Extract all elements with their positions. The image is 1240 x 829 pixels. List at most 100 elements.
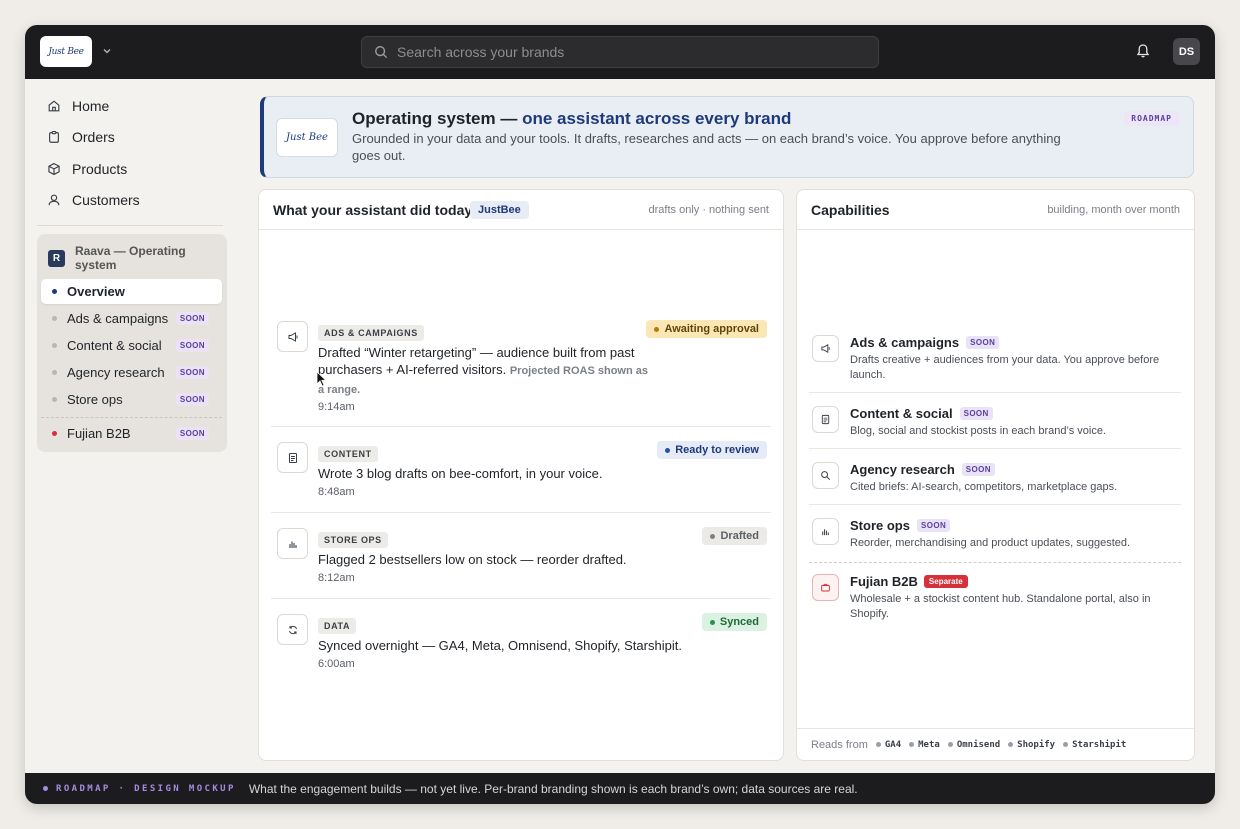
nav-item-orders[interactable]: Orders (37, 124, 227, 150)
separate-badge: Separate (923, 575, 968, 588)
capability-item[interactable]: Store ops SOON Reorder, merchandising and… (809, 516, 1181, 552)
nav-item-label: Products (72, 161, 128, 177)
data-source-label: Starshipit (1072, 739, 1127, 750)
bell-icon[interactable] (1135, 43, 1151, 59)
capabilities-card-header: Capabilities building, month over month (797, 190, 1194, 230)
subnav-item-ads-campaigns[interactable]: Ads & campaigns SOON (41, 306, 222, 331)
status-dot (52, 370, 57, 375)
soon-badge: SOON (959, 407, 993, 420)
subnav-divider (41, 417, 222, 418)
box-icon (48, 162, 60, 176)
activity-text: Flagged 2 bestsellers low on stock — reo… (318, 551, 648, 568)
status-badge: Drafted (702, 527, 767, 545)
capabilities-card: Capabilities building, month over month … (796, 189, 1195, 761)
data-source-label: GA4 (884, 739, 902, 750)
activity-title: What your assistant did today (273, 202, 473, 218)
search-input[interactable] (397, 44, 837, 60)
activity-tag: CONTENT (318, 446, 378, 462)
subnav-item-label: Fujian B2B (67, 426, 131, 441)
subnav-item-overview[interactable]: Overview (41, 279, 222, 304)
capabilities-title: Capabilities (811, 202, 890, 218)
capability-name: Fujian B2B Separate (850, 574, 968, 589)
chevron-down-icon[interactable] (101, 43, 113, 59)
capability-name: Agency research SOON (850, 462, 995, 477)
source-dot (947, 742, 953, 747)
mouse-cursor-icon (316, 371, 327, 387)
workspace-badge: R (48, 250, 65, 267)
subnav-item-label: Overview (67, 284, 125, 299)
soon-badge: SOON (961, 463, 995, 476)
subnav-item-content-social[interactable]: Content & social SOON (41, 333, 222, 358)
soon-badge: SOON (966, 336, 1000, 349)
activity-card-header: What your assistant did today JustBee dr… (259, 190, 783, 230)
status-dot (654, 326, 660, 332)
status-dot (710, 533, 716, 539)
search-icon (812, 462, 839, 489)
status-dot (709, 619, 715, 625)
data-source-label: Meta (918, 739, 940, 750)
bar-chart-icon (812, 518, 839, 545)
capability-desc: Cited briefs: AI-search, competitors, ma… (850, 481, 1118, 493)
clipboard-icon (49, 131, 59, 143)
capability-item[interactable]: Fujian B2B Separate Wholesale + a stockis… (809, 572, 1181, 622)
nav-item-home[interactable]: Home (37, 93, 227, 119)
activity-text: Drafted “Winter retargeting” — audience … (318, 344, 648, 399)
data-source: Shopify (1008, 740, 1055, 750)
activity-time: 8:48am (318, 486, 355, 498)
source-dot (1008, 742, 1014, 747)
activity-divider (271, 598, 771, 599)
activity-time: 6:00am (318, 658, 355, 670)
capability-divider (809, 448, 1181, 449)
avatar[interactable]: DS (1173, 38, 1200, 65)
capability-name: Ads & campaigns SOON (850, 335, 1000, 350)
nav-item-label: Home (72, 98, 110, 114)
activity-card: What your assistant did today JustBee dr… (258, 189, 784, 761)
nav-item-label: Customers (72, 192, 140, 208)
app-window: Just Bee DS Home Orders Products Custome… (25, 25, 1215, 804)
source-dot (909, 742, 915, 747)
capability-desc: Wholesale + a stockist content hub. Stan… (850, 593, 1151, 620)
soon-badge: SOON (175, 366, 209, 379)
activity-item[interactable]: DATA Synced overnight — GA4, Meta, Omnis… (271, 612, 771, 674)
capability-label: Store ops (850, 518, 910, 533)
footer-bar: ROADMAP · DESIGN MOCKUP What the engagem… (25, 773, 1215, 804)
status-label: Ready to review (675, 444, 759, 456)
nav-item-products[interactable]: Products (37, 156, 227, 182)
activity-divider (271, 512, 771, 513)
status-dot (665, 447, 671, 453)
subnav-item-label: Content & social (67, 338, 162, 353)
activity-divider (271, 426, 771, 427)
document-icon (812, 406, 839, 433)
activity-item[interactable]: STORE OPS Flagged 2 bestsellers low on s… (271, 526, 771, 588)
activity-description: Flagged 2 bestsellers low on stock — reo… (318, 552, 627, 567)
subnav-item-fujian-b2b[interactable]: Fujian B2B SOON (41, 421, 222, 446)
roadmap-badge: ROADMAP (1124, 111, 1179, 126)
activity-item[interactable]: CONTENT Wrote 3 blog drafts on bee-comfo… (271, 440, 771, 502)
subnav-item-agency-research[interactable]: Agency research SOON (41, 360, 222, 385)
data-source: Meta (909, 740, 940, 750)
banner-title-accent: one assistant across every brand (522, 109, 792, 128)
nav-item-customers[interactable]: Customers (37, 187, 227, 213)
capability-item[interactable]: Ads & campaigns SOON Drafts creative + au… (809, 333, 1181, 383)
capability-desc: Drafts creative + audiences from your da… (850, 354, 1160, 381)
activity-item[interactable]: ADS & CAMPAIGNS Drafted “Winter retarget… (271, 319, 771, 414)
brand-switcher-logo[interactable]: Just Bee (40, 36, 92, 67)
soon-badge: SOON (916, 519, 951, 532)
source-dot (875, 742, 881, 747)
search-bar[interactable] (361, 36, 879, 68)
megaphone-icon (812, 335, 839, 362)
activity-tag: DATA (318, 618, 357, 634)
nav-divider (37, 225, 223, 226)
capability-item[interactable]: Agency research SOON Cited briefs: AI-sea… (809, 460, 1181, 496)
subnav-item-store-ops[interactable]: Store ops SOON (41, 387, 222, 412)
megaphone-icon (277, 321, 308, 352)
banner-title: Operating system — one assistant across … (352, 109, 791, 129)
briefcase-icon (812, 574, 839, 601)
os-banner: Just Bee Operating system — one assistan… (260, 96, 1194, 178)
footer-dot (43, 786, 48, 791)
capability-item[interactable]: Content & social SOON Blog, social and st… (809, 404, 1181, 440)
activity-time: 8:12am (318, 572, 355, 584)
soon-badge: SOON (175, 339, 209, 352)
brand-pill[interactable]: JustBee (470, 201, 529, 219)
capability-divider (809, 504, 1181, 505)
